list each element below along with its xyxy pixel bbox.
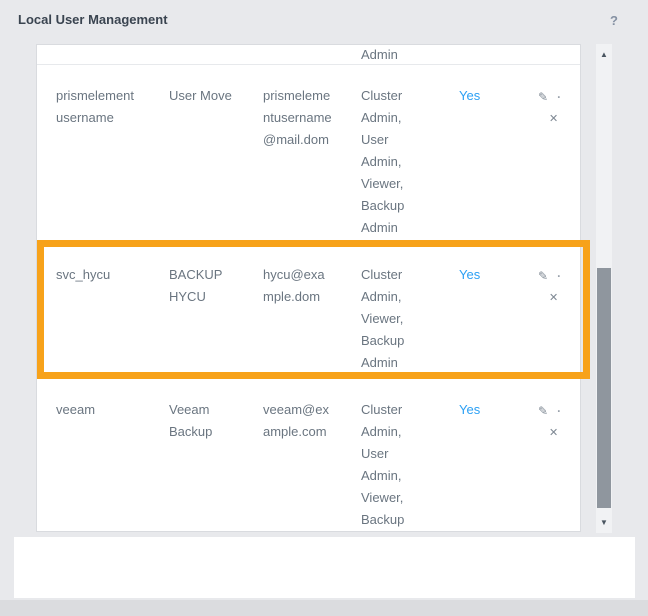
delete-icon[interactable]: ✕ [538, 288, 580, 308]
scroll-down-icon[interactable]: ▼ [596, 512, 612, 533]
username-cell: prismelementusername [56, 88, 135, 125]
username-cell: veeam [56, 402, 96, 417]
bottom-strip [0, 600, 648, 616]
email-cell: veeam@example.com [263, 402, 329, 439]
enabled-cell: Yes [440, 85, 518, 107]
enabled-link[interactable]: Yes [459, 267, 480, 282]
table-row: veeam Veeam Backup veeam@example.com Clu… [37, 379, 580, 531]
user-table: Admin prismelementusername User Move pri… [36, 44, 581, 532]
roles-cell: Cluster Admin, User Admin, Viewer, Backu… [361, 402, 405, 527]
roles-cell: Cluster Admin, User Admin, Viewer, Backu… [361, 88, 405, 235]
display-name-cell: Veeam Backup [169, 402, 213, 439]
actions-cell: ✎ · ✕ [518, 85, 580, 129]
email-cell: prismelementusername@mail.dom [263, 88, 332, 147]
page-title: Local User Management [18, 12, 168, 27]
more-icon[interactable]: · [557, 399, 561, 423]
roles-cell: Cluster Admin, Viewer, Backup Admin [361, 267, 405, 370]
help-icon[interactable]: ? [606, 11, 622, 30]
vertical-scrollbar[interactable]: ▲ ▼ [596, 44, 612, 533]
delete-icon[interactable]: ✕ [538, 109, 580, 129]
more-icon[interactable]: · [557, 264, 561, 288]
enabled-cell: Yes [440, 399, 518, 421]
table-row-partial: Admin [37, 45, 580, 65]
display-name-cell: BACKUP HYCU [169, 267, 223, 304]
scroll-up-icon[interactable]: ▲ [596, 44, 612, 65]
enabled-link[interactable]: Yes [459, 402, 480, 417]
enabled-link[interactable]: Yes [459, 88, 480, 103]
delete-icon[interactable]: ✕ [538, 423, 580, 443]
edit-icon[interactable]: ✎ [538, 264, 548, 288]
enabled-cell: Yes [440, 264, 518, 286]
scrollbar-thumb[interactable] [597, 268, 611, 508]
actions-cell: ✎ · ✕ [518, 264, 580, 308]
footer-panel [14, 537, 635, 598]
actions-cell: ✎ · ✕ [518, 399, 580, 443]
edit-icon[interactable]: ✎ [538, 399, 548, 423]
table-row: prismelementusername User Move prismelem… [37, 65, 580, 244]
display-name-cell: User Move [169, 88, 232, 103]
edit-icon[interactable]: ✎ [538, 85, 548, 109]
email-cell: hycu@example.dom [263, 267, 325, 304]
username-cell: svc_hycu [56, 267, 111, 282]
roles-cell: Admin [361, 47, 398, 62]
table-row-highlighted: svc_hycu BACKUP HYCU hycu@example.dom Cl… [37, 244, 580, 379]
more-icon[interactable]: · [557, 85, 561, 109]
